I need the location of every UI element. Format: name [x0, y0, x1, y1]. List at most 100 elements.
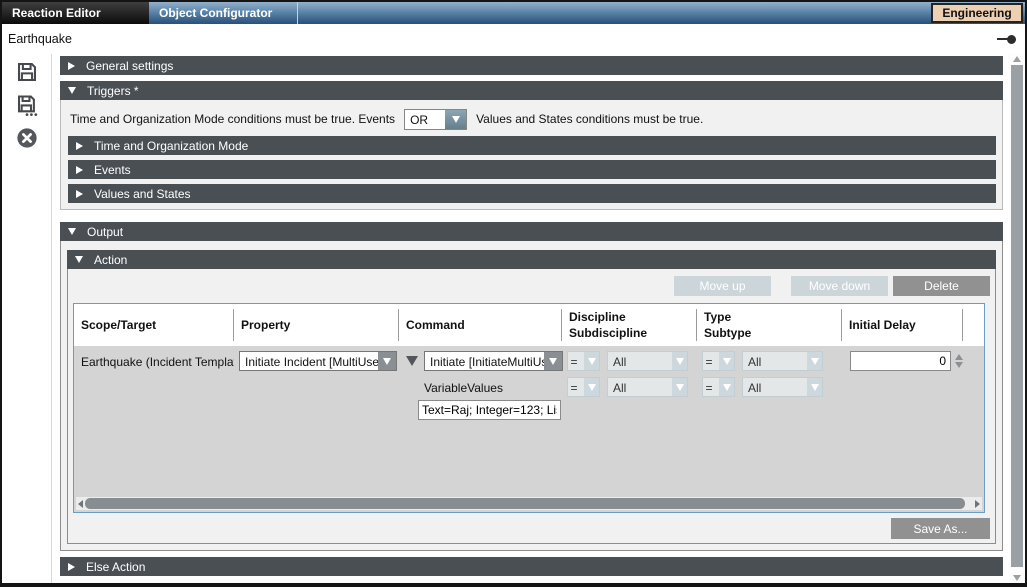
command-expander-icon[interactable] — [406, 356, 418, 366]
scroll-right-icon[interactable] — [975, 500, 980, 508]
save-button[interactable] — [15, 60, 39, 84]
save-as-button[interactable] — [15, 93, 39, 117]
dropdown-value: OR — [405, 110, 445, 129]
move-up-button[interactable]: Move up — [674, 276, 771, 296]
command-dropdown[interactable]: Initiate [InitiateMultiUse — [424, 351, 563, 371]
dropdown-value: Initiate [InitiateMultiUse — [425, 352, 544, 370]
section-header-general-settings[interactable]: General settings — [60, 56, 1003, 75]
pin-icon[interactable] — [997, 35, 1017, 44]
tab-object-configurator[interactable]: Object Configurator — [149, 2, 298, 24]
spinner-up-icon — [955, 354, 963, 360]
discipline-value-dropdown[interactable]: All — [607, 351, 688, 371]
title-row: Earthquake — [2, 24, 1025, 54]
dropdown-value: = — [568, 378, 584, 396]
column-header-discipline: Discipline Subdiscipline — [562, 304, 697, 346]
section-label: Output — [87, 225, 123, 239]
section-header-time-organization-mode[interactable]: Time and Organization Mode — [68, 136, 996, 155]
initial-delay-spinner[interactable] — [952, 351, 965, 368]
variable-type-operator-dropdown[interactable]: = — [702, 377, 735, 397]
triangle-down-icon — [68, 87, 76, 94]
section-header-output[interactable]: Output — [60, 222, 1003, 241]
action-table-subrow: VariableValues = All — [74, 377, 984, 397]
discard-button[interactable] — [15, 126, 39, 150]
floppy-disk-icon — [16, 61, 38, 83]
variable-discipline-value-dropdown[interactable]: All — [607, 377, 688, 397]
section-label: General settings — [86, 59, 173, 73]
dropdown-arrow-icon — [445, 110, 466, 129]
dropdown-arrow-icon — [719, 352, 734, 370]
vertical-scrollbar[interactable] — [1009, 54, 1025, 583]
dropdown-value: = — [703, 352, 719, 370]
scroll-down-icon[interactable] — [1013, 575, 1021, 581]
triangle-down-icon — [68, 228, 76, 235]
move-down-button[interactable]: Move down — [791, 276, 888, 296]
column-header-scope-target: Scope/Target — [74, 304, 234, 346]
scope-target-cell: Earthquake (Incident Template) — [74, 351, 234, 369]
initial-delay-input[interactable] — [850, 351, 951, 371]
dropdown-arrow-icon — [378, 352, 396, 370]
dropdown-value: All — [743, 352, 807, 370]
section-label: Triggers * — [87, 84, 139, 98]
type-value-dropdown[interactable]: All — [742, 351, 823, 371]
section-label: Action — [94, 253, 127, 267]
discipline-operator-dropdown[interactable]: = — [567, 351, 600, 371]
content-area: General settings Triggers * Time and Org… — [2, 54, 1025, 583]
engineering-mode-button[interactable]: Engineering — [931, 3, 1023, 23]
action-table-subrow — [74, 400, 984, 420]
horizontal-scrollbar[interactable] — [76, 497, 982, 510]
triangle-right-icon — [76, 166, 83, 174]
action-table-row[interactable]: Earthquake (Incident Template) Initiate … — [74, 351, 984, 371]
triangle-right-icon — [68, 62, 75, 70]
variable-values-input[interactable] — [418, 400, 561, 420]
tab-bar-spacer — [298, 2, 931, 24]
horizontal-scroll-track[interactable] — [85, 498, 973, 509]
triangle-down-icon — [75, 256, 83, 263]
dropdown-arrow-icon — [807, 378, 822, 396]
dropdown-value: All — [743, 378, 807, 396]
dropdown-arrow-icon — [584, 352, 599, 370]
vertical-scroll-thumb[interactable] — [1011, 65, 1023, 567]
tab-label: Object Configurator — [159, 6, 272, 20]
dropdown-arrow-icon — [584, 378, 599, 396]
tab-bar: Reaction Editor Object Configurator Engi… — [2, 2, 1025, 24]
tab-label: Reaction Editor — [12, 6, 101, 20]
events-operator-dropdown[interactable]: OR — [404, 109, 467, 130]
tab-reaction-editor[interactable]: Reaction Editor — [2, 2, 149, 24]
action-button-row: Move up Move down Delete — [73, 276, 990, 296]
property-dropdown[interactable]: Initiate Incident [MultiUse — [239, 351, 397, 371]
action-table: Scope/Target Property Command — [73, 303, 985, 513]
save-as-action-button[interactable]: Save As... — [891, 518, 990, 539]
section-header-triggers[interactable]: Triggers * — [60, 81, 1003, 100]
section-label: Time and Organization Mode — [94, 139, 248, 153]
section-label: Events — [94, 163, 131, 177]
type-operator-dropdown[interactable]: = — [702, 351, 735, 371]
column-header-property: Property — [234, 304, 399, 346]
column-header-initial-delay: Initial Delay — [842, 304, 963, 346]
reaction-editor-panel: General settings Triggers * Time and Org… — [52, 54, 1009, 583]
section-header-action[interactable]: Action — [67, 250, 996, 269]
section-header-events[interactable]: Events — [68, 160, 996, 179]
dropdown-arrow-icon — [807, 352, 822, 370]
scroll-up-icon[interactable] — [1013, 56, 1021, 62]
condition-text-after: Values and States conditions must be tru… — [476, 112, 703, 126]
spinner-down-icon — [955, 362, 963, 368]
floppy-disk-ellipsis-icon — [16, 94, 38, 116]
dropdown-arrow-icon — [544, 352, 562, 370]
variable-discipline-operator-dropdown[interactable]: = — [567, 377, 600, 397]
triangle-right-icon — [76, 142, 83, 150]
triangle-right-icon — [68, 563, 75, 571]
variable-type-value-dropdown[interactable]: All — [742, 377, 823, 397]
dropdown-value: All — [608, 378, 672, 396]
scroll-left-icon[interactable] — [78, 500, 83, 508]
action-body: Move up Move down Delete Scope/Target — [67, 269, 996, 544]
section-label: Values and States — [94, 187, 191, 201]
delete-button[interactable]: Delete — [893, 276, 990, 296]
triangle-right-icon — [76, 190, 83, 198]
trigger-condition-row: Time and Organization Mode conditions mu… — [70, 108, 996, 130]
reaction-editor-window: Reaction Editor Object Configurator Engi… — [0, 0, 1027, 587]
dropdown-arrow-icon — [719, 378, 734, 396]
horizontal-scroll-thumb[interactable] — [85, 498, 965, 509]
object-name: Earthquake — [8, 32, 72, 46]
section-header-else-action[interactable]: Else Action — [60, 557, 1003, 576]
section-header-values-and-states[interactable]: Values and States — [68, 184, 996, 203]
